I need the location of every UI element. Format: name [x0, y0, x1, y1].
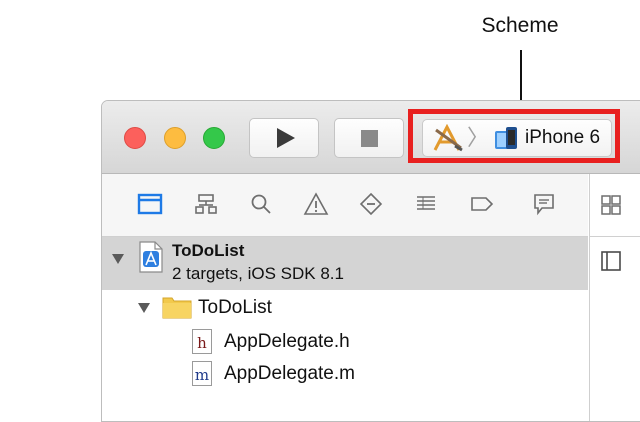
group-name: ToDoList — [198, 297, 272, 318]
file-row[interactable]: m AppDelegate.m — [102, 358, 588, 390]
scheme-callout-label: Scheme — [481, 14, 559, 37]
report-navigator-tab[interactable] — [530, 190, 558, 218]
close-window-button[interactable] — [124, 127, 146, 149]
breakpoint-navigator-tab[interactable] — [468, 190, 496, 218]
scheme-highlight-box — [408, 109, 620, 163]
sidebar-toggle-icon[interactable] — [600, 250, 622, 272]
folder-icon — [137, 193, 163, 215]
test-navigator-tab[interactable] — [357, 190, 385, 218]
test-diamond-icon — [359, 192, 383, 216]
project-disclosure-icon[interactable] — [112, 254, 124, 264]
stop-icon — [360, 129, 378, 147]
play-icon — [277, 128, 295, 148]
project-name: ToDoList — [172, 241, 245, 260]
project-navigator-tab[interactable] — [136, 190, 164, 218]
stop-button[interactable] — [334, 118, 404, 158]
issue-navigator-tab[interactable] — [302, 190, 330, 218]
find-navigator-tab[interactable] — [247, 190, 275, 218]
project-file-icon — [139, 241, 163, 273]
project-row[interactable]: ToDoList 2 targets, iOS SDK 8.1 — [102, 237, 588, 290]
report-bubble-icon — [534, 194, 554, 216]
zoom-window-button[interactable] — [203, 127, 225, 149]
implementation-file-icon: m — [192, 361, 212, 386]
folder-icon — [162, 297, 192, 319]
group-row[interactable]: ToDoList — [102, 290, 588, 326]
warning-icon — [303, 192, 329, 215]
symbol-navigator-tab[interactable] — [192, 190, 220, 218]
breakpoint-tag-icon — [471, 197, 494, 211]
project-subtitle: 2 targets, iOS SDK 8.1 — [172, 264, 344, 283]
symbol-hierarchy-icon — [195, 194, 217, 214]
file-row[interactable]: h AppDelegate.h — [102, 326, 588, 358]
navigator-selector-bar — [102, 174, 588, 237]
standard-editor-icon[interactable] — [600, 194, 622, 216]
minimize-window-button[interactable] — [164, 127, 186, 149]
run-button[interactable] — [249, 118, 319, 158]
group-disclosure-icon[interactable] — [138, 303, 150, 313]
editor-strip-divider — [590, 236, 640, 237]
debug-navigator-tab[interactable] — [412, 190, 440, 218]
editor-side-strip — [589, 174, 640, 421]
file-name: AppDelegate.m — [224, 363, 355, 384]
header-file-icon: h — [192, 329, 212, 354]
file-name: AppDelegate.h — [224, 331, 350, 352]
debug-list-icon — [417, 196, 435, 210]
search-icon — [251, 194, 271, 214]
